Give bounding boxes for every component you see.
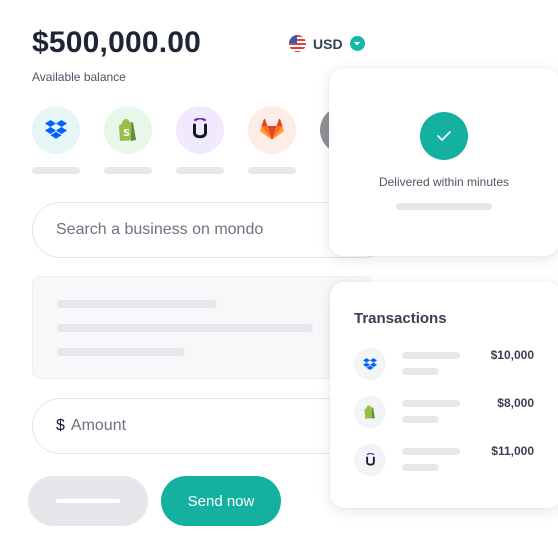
skeleton-line — [57, 324, 313, 332]
business-shopify-button[interactable]: S — [104, 106, 152, 154]
delivered-card: Delivered within minutes — [329, 68, 558, 256]
business-label-placeholder — [248, 167, 296, 174]
transaction-amount: $10,000 — [490, 348, 534, 362]
chevron-down-icon[interactable] — [349, 36, 365, 51]
currency-code: USD — [313, 35, 343, 52]
us-flag-icon — [289, 35, 306, 52]
business-label-placeholder — [32, 167, 80, 174]
dropbox-icon — [45, 120, 67, 139]
svg-text:S: S — [123, 128, 130, 139]
shopify-icon: S — [119, 119, 136, 141]
skeleton-line — [57, 348, 185, 356]
balance-label: Available balance — [32, 70, 126, 84]
send-now-button[interactable]: Send now — [161, 476, 281, 526]
transaction-amount: $8,000 — [497, 396, 534, 410]
upwork-icon — [193, 118, 207, 139]
balance-amount: $500,000.00 — [32, 26, 202, 59]
transactions-card: Transactions $10,000 $8,000 $11,000 — [330, 282, 558, 508]
button-label-placeholder — [56, 499, 120, 503]
dropbox-icon — [354, 348, 386, 380]
business-gitlab-button[interactable] — [248, 106, 296, 154]
check-icon — [420, 112, 468, 160]
transaction-amount: $11,000 — [491, 444, 534, 458]
upwork-icon — [354, 444, 386, 476]
skeleton-line — [57, 300, 217, 308]
secondary-button[interactable] — [28, 476, 148, 526]
business-dropbox-button[interactable] — [32, 106, 80, 154]
shopify-icon — [354, 396, 386, 428]
business-upwork-button[interactable] — [176, 106, 224, 154]
transactions-title: Transactions — [354, 310, 447, 327]
delivered-message: Delivered within minutes — [378, 175, 510, 189]
skeleton-line — [402, 464, 439, 471]
gitlab-icon — [260, 119, 284, 140]
currency-selector[interactable]: USD — [289, 35, 365, 52]
currency-symbol: $ — [56, 417, 65, 434]
amount-placeholder: Amount — [70, 417, 127, 434]
business-details-panel — [32, 276, 372, 379]
skeleton-line — [402, 352, 460, 359]
skeleton-line — [402, 400, 460, 407]
search-placeholder: Search a business on mondo — [56, 221, 264, 238]
skeleton-line — [402, 416, 439, 423]
business-label-placeholder — [104, 167, 152, 174]
skeleton-line — [396, 203, 492, 210]
amount-input[interactable]: $ Amount — [32, 398, 362, 454]
skeleton-line — [402, 448, 460, 455]
business-label-placeholder — [176, 167, 224, 174]
skeleton-line — [402, 368, 439, 375]
